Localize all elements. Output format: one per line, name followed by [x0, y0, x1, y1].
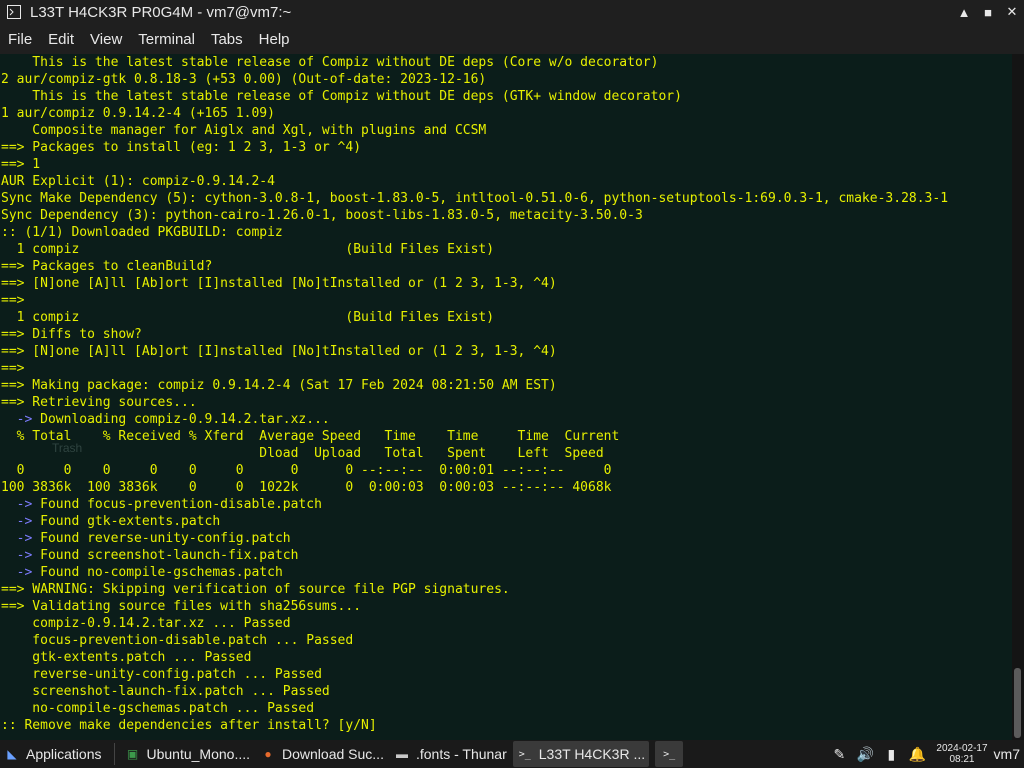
terminal-line: 0 0 0 0 0 0 0 0 --:--:-- 0:00:01 --:--:-…	[1, 463, 612, 478]
terminal-line: ==> [N]one [A]ll [Ab]ort [I]nstalled [No…	[1, 344, 557, 359]
menu-bar: File Edit View Terminal Tabs Help	[0, 24, 1024, 54]
terminal-line: 100 3836k 100 3836k 0 0 1022k 0 0:00:03 …	[1, 480, 612, 495]
taskbar: ◣ Applications ▣ Ubuntu_Mono.... ● Downl…	[0, 740, 1024, 768]
window-titlebar[interactable]: L33T H4CK3R PR0G4M - vm7@vm7:~ ▲ ■ ✕	[0, 0, 1024, 24]
terminal-line: screenshot-launch-fix.patch ... Passed	[1, 684, 330, 699]
terminal-line: Sync Make Dependency (5): cython-3.0.8-1…	[1, 191, 949, 206]
terminal-line: gtk-extents.patch ... Passed	[1, 650, 252, 665]
terminal-line: ==> Retrieving sources...	[1, 395, 197, 410]
clock-time: 08:21	[949, 754, 975, 765]
menu-edit[interactable]: Edit	[40, 31, 82, 48]
terminal-line: no-compile-gschemas.patch ... Passed	[1, 701, 315, 716]
terminal-icon: >_	[518, 748, 531, 760]
terminal-launcher-icon: >_	[663, 748, 676, 760]
terminal-line: ==>	[1, 293, 25, 308]
firefox-icon: ●	[264, 747, 272, 761]
maximize-button[interactable]: ■	[976, 5, 1000, 20]
window-title: L33T H4CK3R PR0G4M - vm7@vm7:~	[30, 3, 292, 21]
applications-menu-button[interactable]: ◣ Applications	[0, 741, 106, 767]
terminal-line: ==> Diffs to show?	[1, 327, 142, 342]
system-tray: ✎ 🔊 ▮ 🔔 2024-02-17 08:21 vm7	[826, 743, 1024, 765]
terminal-line: % Total % Received % Xferd Average Speed…	[1, 429, 620, 444]
scrollbar-track[interactable]	[1012, 54, 1024, 740]
menu-help[interactable]: Help	[251, 31, 298, 48]
terminal-line: -> Found focus-prevention-disable.patch	[16, 497, 322, 512]
terminal-line: :: Remove make dependencies after instal…	[1, 718, 377, 733]
terminal-line: compiz-0.9.14.2.tar.xz ... Passed	[1, 616, 291, 631]
volume-icon[interactable]: 🔊	[852, 746, 878, 763]
terminal-line: ==>	[1, 361, 25, 376]
taskbar-separator	[113, 743, 115, 765]
task-label: .fonts - Thunar	[415, 746, 507, 762]
font-file-icon: ▣	[126, 747, 139, 761]
menu-file[interactable]: File	[0, 31, 40, 48]
terminal-line: 1 aur/compiz 0.9.14.2-4 (+165 1.09)	[1, 106, 275, 121]
task-terminal[interactable]: >_ L33T H4CK3R ...	[512, 741, 650, 767]
terminal-line: ==> [N]one [A]ll [Ab]ort [I]nstalled [No…	[1, 276, 557, 291]
terminal-line: -> Found screenshot-launch-fix.patch	[16, 548, 299, 563]
battery-icon[interactable]: ▮	[878, 746, 904, 763]
task-ubuntu-mono[interactable]: ▣ Ubuntu_Mono....	[121, 741, 255, 767]
terminal-line: :: (1/1) Downloaded PKGBUILD: compiz	[1, 225, 283, 240]
terminal-line: AUR Explicit (1): compiz-0.9.14.2-4	[1, 174, 275, 189]
terminal-line: 1 compiz (Build Files Exist)	[1, 310, 495, 325]
terminal-line: This is the latest stable release of Com…	[1, 89, 682, 104]
applications-menu-icon: ◣	[7, 747, 17, 761]
folder-icon: ▬	[395, 747, 408, 761]
task-firefox-download[interactable]: ● Download Suc...	[256, 741, 388, 767]
terminal-icon	[6, 4, 22, 20]
terminal-line: 2 aur/compiz-gtk 0.8.18-3 (+53 0.00) (Ou…	[1, 72, 487, 87]
menu-view[interactable]: View	[82, 31, 130, 48]
show-desktop-button[interactable]: >_	[655, 741, 684, 767]
terminal-line: -> Found gtk-extents.patch	[16, 514, 221, 529]
terminal-output[interactable]: This is the latest stable release of Com…	[0, 54, 1012, 740]
menu-terminal[interactable]: Terminal	[130, 31, 203, 48]
clock[interactable]: 2024-02-17 08:21	[930, 743, 993, 765]
task-label: Download Suc...	[282, 746, 384, 762]
terminal-line: 1 compiz (Build Files Exist)	[1, 242, 495, 257]
terminal-line: focus-prevention-disable.patch ... Passe…	[1, 633, 354, 648]
menu-tabs[interactable]: Tabs	[203, 31, 251, 48]
terminal-line: ==> Making package: compiz 0.9.14.2-4 (S…	[1, 378, 557, 393]
terminal-line: -> Found reverse-unity-config.patch	[16, 531, 291, 546]
terminal-line: ==> Packages to install (eg: 1 2 3, 1-3 …	[1, 140, 362, 155]
task-label: L33T H4CK3R ...	[538, 746, 646, 762]
terminal-line: -> Found no-compile-gschemas.patch	[16, 565, 283, 580]
terminal-line: Composite manager for Aiglx and Xgl, wit…	[1, 123, 487, 138]
terminal-text: This is the latest stable release of Com…	[0, 54, 1012, 734]
terminal-line: reverse-unity-config.patch ... Passed	[1, 667, 322, 682]
terminal-line: ==> Packages to cleanBuild?	[1, 259, 213, 274]
minimize-button[interactable]: ▲	[952, 5, 976, 20]
clock-date: 2024-02-17	[936, 743, 988, 754]
task-label: Applications	[26, 746, 102, 762]
terminal-line: ==> 1	[1, 157, 41, 172]
terminal-line: Sync Dependency (3): python-cairo-1.26.0…	[1, 208, 643, 223]
terminal-line: ==> WARNING: Skipping verification of so…	[1, 582, 510, 597]
task-label: Ubuntu_Mono....	[146, 746, 251, 762]
desktop-trash-label: Trash	[52, 441, 83, 455]
scrollbar-thumb[interactable]	[1014, 668, 1021, 738]
notification-bell-icon[interactable]: 🔔	[904, 746, 930, 763]
close-button[interactable]: ✕	[1000, 4, 1024, 20]
terminal-line: ==> Validating source files with sha256s…	[1, 599, 362, 614]
terminal-line: This is the latest stable release of Com…	[1, 55, 659, 70]
terminal-line: -> Downloading compiz-0.9.14.2.tar.xz...	[16, 412, 330, 427]
terminal-line: Dload Upload Total Spent Left Speed	[1, 446, 604, 461]
pen-icon[interactable]: ✎	[826, 746, 852, 763]
user-name[interactable]: vm7	[994, 746, 1024, 762]
task-thunar-fonts[interactable]: ▬ .fonts - Thunar	[390, 741, 511, 767]
